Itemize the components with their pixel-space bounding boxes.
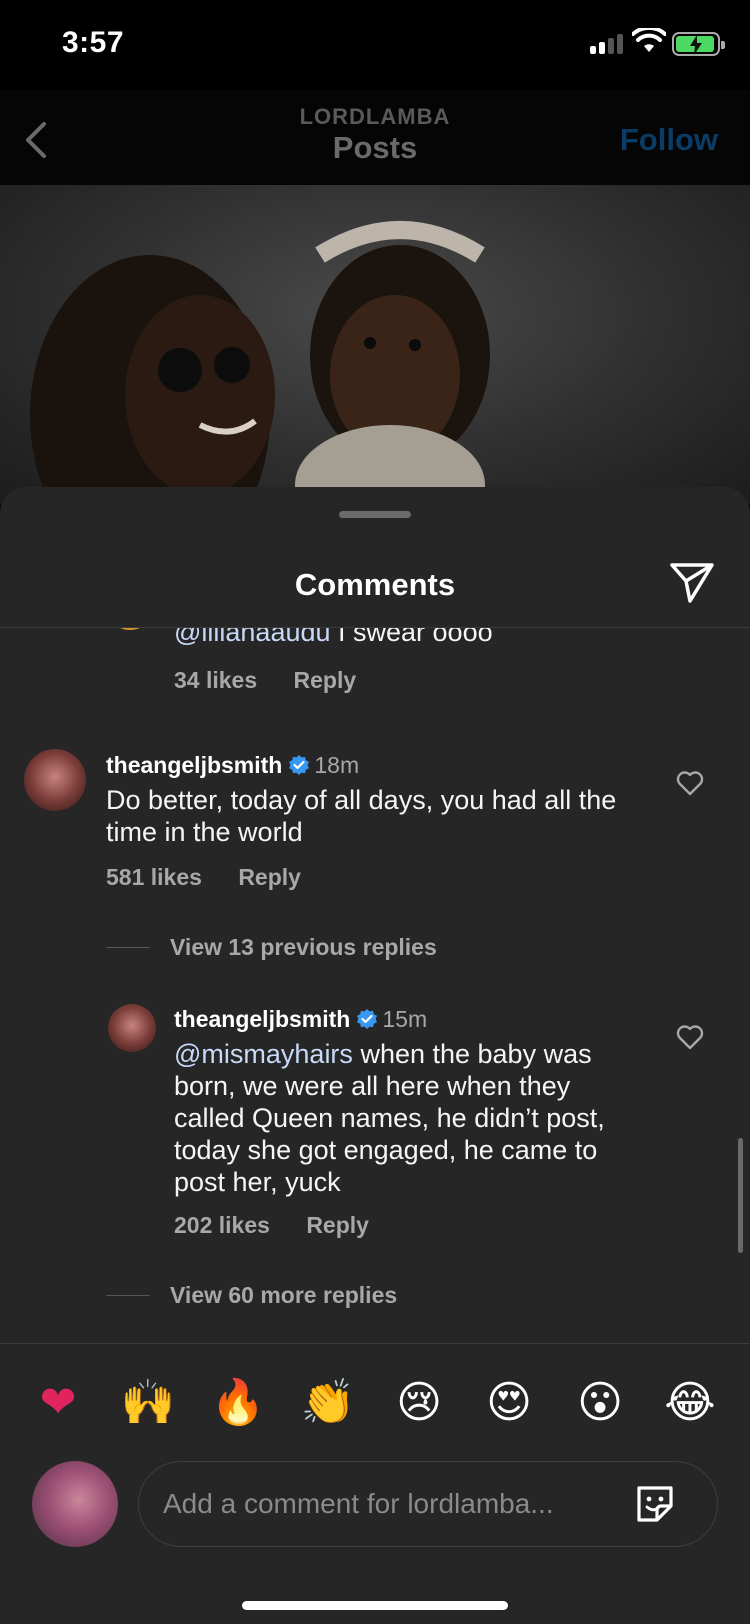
fire-emoji[interactable]: 🔥	[208, 1373, 268, 1433]
view-previous-replies-button[interactable]: View 13 previous replies	[106, 934, 437, 961]
surprised-emoji[interactable]: 😮	[570, 1373, 630, 1433]
comment-text: @mismayhairs when the baby was born, we …	[174, 1039, 605, 1197]
comments-list[interactable]: @lilianaaudu I swear oooo 34 likes Reply…	[0, 628, 750, 1343]
mention-link[interactable]: @mismayhairs	[174, 1039, 353, 1069]
crying-emoji[interactable]: 😢	[389, 1373, 449, 1433]
status-time: 3:57	[62, 26, 125, 59]
likes-count[interactable]: 202 likes	[174, 1212, 270, 1238]
likes-count[interactable]: 34 likes	[174, 667, 257, 693]
comment-composer[interactable]	[138, 1461, 718, 1547]
comment-username[interactable]: theangeljbsmith 15m	[174, 1006, 427, 1033]
comment-meta: 202 likes Reply	[174, 1212, 399, 1239]
like-heart-icon[interactable]	[676, 1024, 704, 1050]
verified-badge-icon	[289, 755, 310, 775]
home-indicator	[242, 1601, 508, 1610]
comment-timestamp: 18m	[314, 752, 360, 778]
reply-button[interactable]: Reply	[306, 1212, 369, 1238]
divider	[0, 1343, 750, 1344]
reply-button[interactable]: Reply	[294, 667, 357, 693]
heart-eyes-emoji[interactable]: 😍	[479, 1373, 539, 1433]
emoji-quick-reactions: ❤ 🙌 🔥 👏 😢 😍 😮 😂	[0, 1373, 750, 1443]
follow-button[interactable]: Follow	[620, 122, 718, 158]
avatar[interactable]	[24, 749, 86, 811]
mention-link[interactable]: @lilianaaudu	[174, 628, 331, 647]
comment-input[interactable]	[163, 1462, 603, 1546]
wifi-icon	[632, 28, 666, 52]
comment-text: @lilianaaudu I swear oooo	[174, 628, 694, 648]
verified-badge-icon	[357, 1009, 378, 1029]
reply-button[interactable]: Reply	[238, 864, 301, 890]
like-heart-icon[interactable]	[676, 770, 704, 796]
comment-meta: 34 likes Reply	[174, 667, 386, 694]
top-navigation: LORDLAMBA Posts Follow	[0, 90, 750, 185]
comment-text: Do better, today of all days, you had al…	[106, 785, 617, 847]
comments-sheet: Comments @lilianaaudu I swear oooo 34 li…	[0, 487, 750, 1624]
avatar[interactable]	[108, 1004, 156, 1052]
raised-hands-emoji[interactable]: 🙌	[118, 1373, 178, 1433]
sheet-grabber-handle[interactable]	[339, 511, 411, 518]
comment-username[interactable]: theangeljbsmith 18m	[106, 752, 359, 779]
comment-timestamp: 15m	[382, 1006, 428, 1032]
post-image	[0, 185, 750, 505]
send-icon[interactable]	[668, 561, 716, 605]
sticker-icon[interactable]	[631, 1480, 679, 1528]
battery-charging-icon	[672, 32, 725, 56]
heart-emoji[interactable]: ❤	[28, 1373, 88, 1433]
cellular-signal-icon	[590, 34, 626, 54]
view-more-replies-button[interactable]: View 60 more replies	[105, 1282, 397, 1309]
avatar[interactable]	[106, 628, 154, 630]
sheet-title: Comments	[294, 567, 456, 602]
laughing-emoji[interactable]: 😂	[660, 1373, 720, 1433]
status-bar: 3:57	[0, 0, 750, 90]
clap-emoji[interactable]: 👏	[298, 1373, 358, 1433]
current-user-avatar[interactable]	[32, 1461, 118, 1547]
scrollbar[interactable]	[738, 1138, 743, 1253]
comment-meta: 581 likes Reply	[106, 864, 331, 891]
likes-count[interactable]: 581 likes	[106, 864, 202, 890]
